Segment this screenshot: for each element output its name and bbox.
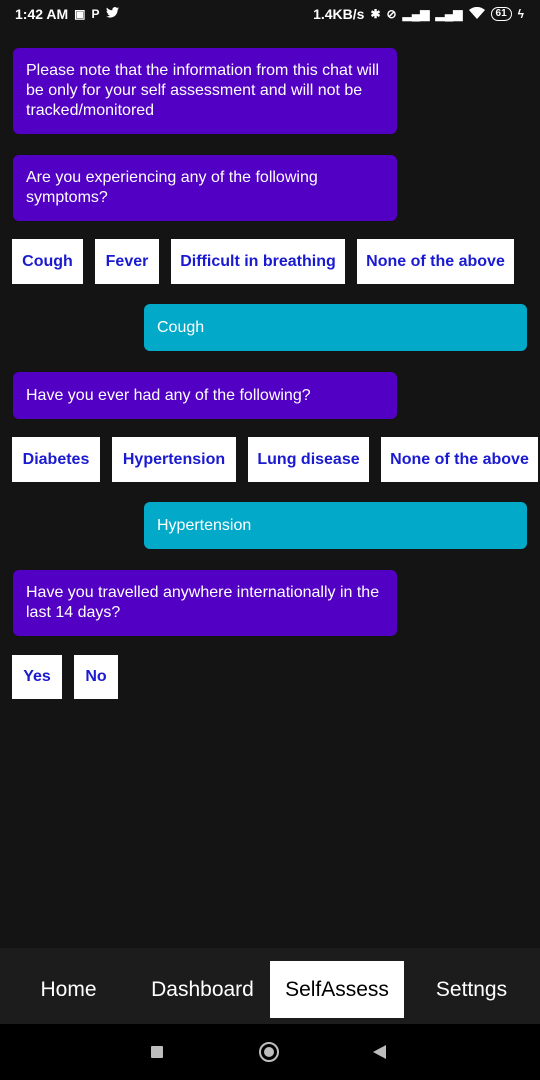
bot-message-privacy: Please note that the information from th… — [13, 48, 397, 134]
option-difficult-breathing[interactable]: Difficult in breathing — [171, 239, 345, 284]
bot-message-travel: Have you travelled anywhere internationa… — [13, 570, 397, 636]
option-none-symptoms[interactable]: None of the above — [357, 239, 514, 284]
user-message-hypertension: Hypertension — [144, 502, 527, 549]
tab-selfassess[interactable]: SelfAssess — [270, 961, 404, 1018]
option-fever[interactable]: Fever — [95, 239, 159, 284]
bot-message-conditions: Have you ever had any of the following? — [13, 372, 397, 419]
symptom-options: Cough Fever Difficult in breathing None … — [0, 239, 540, 284]
condition-options: Diabetes Hypertension Lung disease None … — [0, 437, 540, 482]
recents-icon[interactable] — [151, 1046, 163, 1058]
tab-home[interactable]: Home — [2, 961, 135, 1018]
tab-settings[interactable]: Settngs — [405, 961, 538, 1018]
home-icon[interactable] — [259, 1042, 279, 1062]
option-yes[interactable]: Yes — [12, 655, 62, 699]
back-icon[interactable] — [373, 1045, 386, 1059]
bottom-nav: Home Dashboard SelfAssess Settngs — [0, 948, 540, 1024]
option-hypertension[interactable]: Hypertension — [112, 437, 236, 482]
user-message-cough: Cough — [144, 304, 527, 351]
chat-area[interactable]: Please note that the information from th… — [0, 0, 540, 948]
travel-options: Yes No — [0, 655, 540, 699]
option-no[interactable]: No — [74, 655, 118, 699]
tab-dashboard[interactable]: Dashboard — [136, 961, 269, 1018]
option-lung-disease[interactable]: Lung disease — [248, 437, 369, 482]
option-diabetes[interactable]: Diabetes — [12, 437, 100, 482]
option-cough[interactable]: Cough — [12, 239, 83, 284]
option-none-conditions[interactable]: None of the above — [381, 437, 538, 482]
bot-message-symptoms: Are you experiencing any of the followin… — [13, 155, 397, 221]
